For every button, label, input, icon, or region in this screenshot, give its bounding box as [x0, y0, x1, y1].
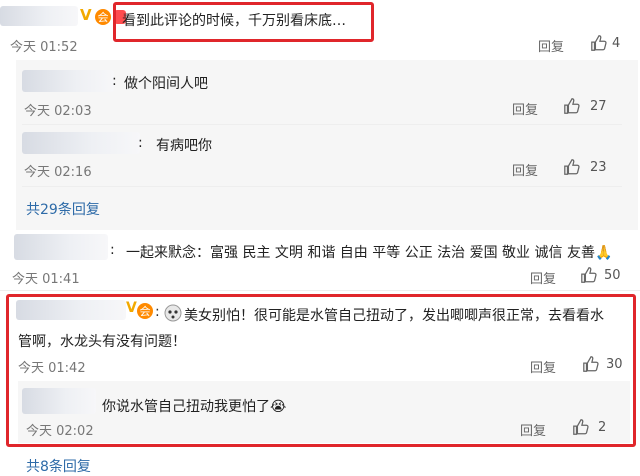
like-count: 50 — [604, 268, 621, 283]
username-blurred[interactable] — [14, 234, 108, 260]
sub-colon: : — [138, 135, 143, 151]
highlight-box — [6, 294, 636, 447]
reply-button[interactable]: 回复 — [538, 36, 564, 55]
divider — [0, 290, 640, 291]
sub-username-blurred[interactable] — [22, 70, 114, 92]
sub-reply-time: 今天 02:16 — [24, 165, 92, 180]
like-icon[interactable] — [563, 158, 581, 176]
vip-badge-icon: V — [80, 6, 92, 24]
sub-colon: : — [112, 73, 117, 89]
sub-reply-button[interactable]: 回复 — [512, 160, 538, 179]
sub-reply-text: 有病吧你 — [156, 138, 212, 154]
member-badge-icon: 会 — [94, 8, 112, 26]
like-count: 23 — [590, 160, 607, 175]
highlight-box — [113, 2, 374, 42]
like-icon[interactable] — [580, 266, 598, 284]
svg-text:会: 会 — [98, 11, 109, 24]
comment-time: 今天 01:52 — [10, 40, 78, 55]
like-icon[interactable] — [590, 34, 608, 52]
like-count: 4 — [612, 36, 621, 51]
sub-reply-text: 做个阳间人吧 — [124, 76, 208, 92]
reply-button[interactable]: 回复 — [530, 268, 556, 287]
like-icon[interactable] — [563, 97, 581, 115]
sub-reply-button[interactable]: 回复 — [512, 99, 538, 118]
sub-username-blurred[interactable] — [22, 132, 140, 154]
username-blurred[interactable] — [0, 6, 78, 26]
more-replies-link[interactable]: 共29条回复 — [26, 199, 100, 219]
comment-text: 一起来默念：富强 民主 文明 和谐 自由 平等 公正 法治 爱国 敬业 诚信 友… — [126, 245, 613, 261]
more-replies-link[interactable]: 共8条回复 — [26, 456, 91, 476]
divider — [22, 124, 622, 125]
sub-reply-time: 今天 02:03 — [24, 104, 92, 119]
comment-colon: : — [110, 242, 115, 258]
comment-time: 今天 01:41 — [12, 272, 80, 287]
like-count: 27 — [590, 99, 607, 114]
divider — [22, 186, 622, 187]
